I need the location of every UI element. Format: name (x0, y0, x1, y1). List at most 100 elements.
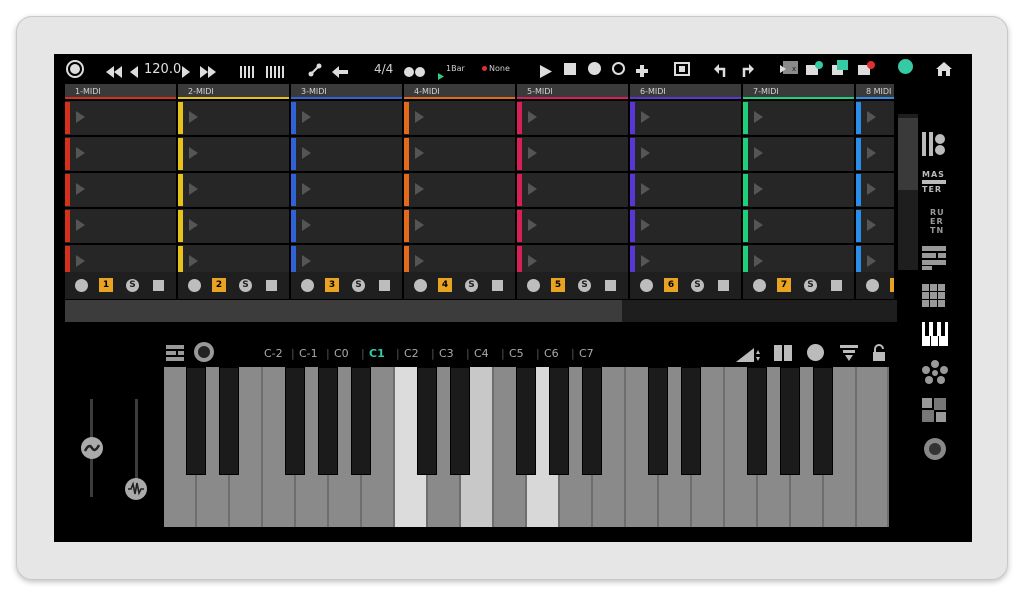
clip-play-icon[interactable] (754, 183, 763, 195)
record-circle-icon[interactable] (588, 62, 601, 75)
track-number[interactable]: 5 (551, 278, 565, 292)
track-header[interactable]: 4-MIDI (404, 84, 515, 99)
clip-play-icon[interactable] (528, 111, 537, 123)
clip-play-icon[interactable] (528, 219, 537, 231)
octave-button[interactable]: C6 (544, 347, 559, 360)
black-key[interactable] (285, 367, 305, 475)
clip-play-icon[interactable] (302, 219, 311, 231)
solo-button[interactable]: S (126, 279, 139, 292)
back-arrow-icon[interactable] (332, 63, 348, 82)
clip-play-icon[interactable] (528, 147, 537, 159)
stop-clips-button[interactable] (492, 280, 503, 291)
tempo-value[interactable]: 120.0 (144, 62, 181, 77)
clip-play-icon[interactable] (189, 147, 198, 159)
black-key[interactable] (813, 367, 833, 475)
clip-slot[interactable] (178, 101, 289, 135)
clip-slot[interactable] (743, 137, 854, 171)
solo-button[interactable]: S (804, 279, 817, 292)
clip-play-icon[interactable] (528, 183, 537, 195)
black-key[interactable] (747, 367, 767, 475)
clip-copy-icon[interactable] (832, 60, 850, 80)
clip-play-icon[interactable] (302, 183, 311, 195)
black-key[interactable] (318, 367, 338, 475)
black-key[interactable] (186, 367, 206, 475)
black-key[interactable] (549, 367, 569, 475)
master-label[interactable]: MAS TER (922, 170, 950, 194)
clip-slot[interactable] (65, 137, 176, 171)
clip-play-icon[interactable] (302, 147, 311, 159)
clip-slot[interactable] (291, 209, 402, 243)
clip-play-icon[interactable] (302, 111, 311, 123)
vertical-scroll-thumb[interactable] (898, 118, 918, 190)
lock-icon[interactable] (872, 344, 886, 365)
clip-slot[interactable] (65, 101, 176, 135)
mixer-view-icon[interactable] (922, 132, 946, 160)
record-target[interactable]: None (489, 64, 510, 73)
black-key[interactable] (219, 367, 239, 475)
octave-button[interactable]: C1 (369, 347, 385, 360)
clip-play-icon[interactable] (415, 219, 424, 231)
octave-button[interactable]: C3 (439, 347, 454, 360)
clip-slot[interactable] (630, 101, 741, 135)
track-number[interactable]: 2 (212, 278, 226, 292)
clip-slot[interactable] (65, 173, 176, 207)
clip-slot[interactable] (404, 209, 515, 243)
undo-icon[interactable] (714, 62, 728, 81)
clip-play-icon[interactable] (754, 147, 763, 159)
black-key[interactable] (516, 367, 536, 475)
black-key[interactable] (681, 367, 701, 475)
overdub-icon[interactable] (612, 62, 625, 75)
new-clip-icon[interactable]: x (780, 61, 798, 80)
clip-slot[interactable] (630, 173, 741, 207)
modulation-wave-icon[interactable] (125, 478, 147, 500)
clip-play-icon[interactable] (754, 255, 763, 267)
palette-icon[interactable] (898, 59, 913, 74)
stop-clips-button[interactable] (831, 280, 842, 291)
arm-record-button[interactable] (414, 279, 427, 292)
velocity-curve-icon[interactable] (736, 347, 760, 366)
octave-button[interactable]: C2 (404, 347, 419, 360)
track-header[interactable]: 1-MIDI (65, 84, 176, 99)
clip-play-icon[interactable] (641, 111, 650, 123)
arm-record-button[interactable] (75, 279, 88, 292)
clip-slot[interactable] (856, 101, 894, 135)
clip-play-icon[interactable] (415, 111, 424, 123)
clip-play-icon[interactable] (76, 183, 85, 195)
drum-pads-icon[interactable] (922, 360, 948, 390)
stop-icon[interactable] (564, 63, 576, 75)
time-signature[interactable]: 4/4 (374, 62, 393, 76)
track-header[interactable]: 7-MIDI (743, 84, 854, 99)
grid-view-icon[interactable] (922, 284, 946, 312)
clip-slot[interactable] (65, 209, 176, 243)
layout-icon[interactable] (166, 345, 184, 365)
track-number[interactable] (890, 278, 894, 292)
delete-clip-icon[interactable] (858, 60, 876, 80)
clip-play-icon[interactable] (754, 219, 763, 231)
clip-play-icon[interactable] (76, 111, 85, 123)
solo-button[interactable]: S (239, 279, 252, 292)
octave-button[interactable]: C-2 (264, 347, 283, 360)
track-header[interactable]: 6-MIDI (630, 84, 741, 99)
octave-button[interactable]: C7 (579, 347, 594, 360)
clip-play-icon[interactable] (302, 255, 311, 267)
clip-slot[interactable] (178, 209, 289, 243)
clip-slot[interactable] (856, 173, 894, 207)
metronome-icon[interactable] (240, 63, 256, 82)
clip-play-icon[interactable] (867, 255, 876, 267)
clip-slot[interactable] (856, 137, 894, 171)
clip-play-icon[interactable] (76, 147, 85, 159)
clip-slot[interactable] (630, 137, 741, 171)
clip-play-icon[interactable] (867, 183, 876, 195)
clip-play-icon[interactable] (189, 219, 198, 231)
pitch-bend-icon[interactable] (81, 437, 103, 459)
clip-slot[interactable] (404, 137, 515, 171)
track-header[interactable]: 8 MIDI (856, 84, 894, 99)
octave-button[interactable]: C5 (509, 347, 524, 360)
arm-record-button[interactable] (301, 279, 314, 292)
track-number[interactable]: 1 (99, 278, 113, 292)
clip-play-icon[interactable] (641, 147, 650, 159)
clip-slot[interactable] (178, 137, 289, 171)
clip-slot[interactable] (743, 173, 854, 207)
automation-icon[interactable] (308, 62, 322, 81)
horizontal-scrollbar[interactable] (65, 300, 897, 322)
